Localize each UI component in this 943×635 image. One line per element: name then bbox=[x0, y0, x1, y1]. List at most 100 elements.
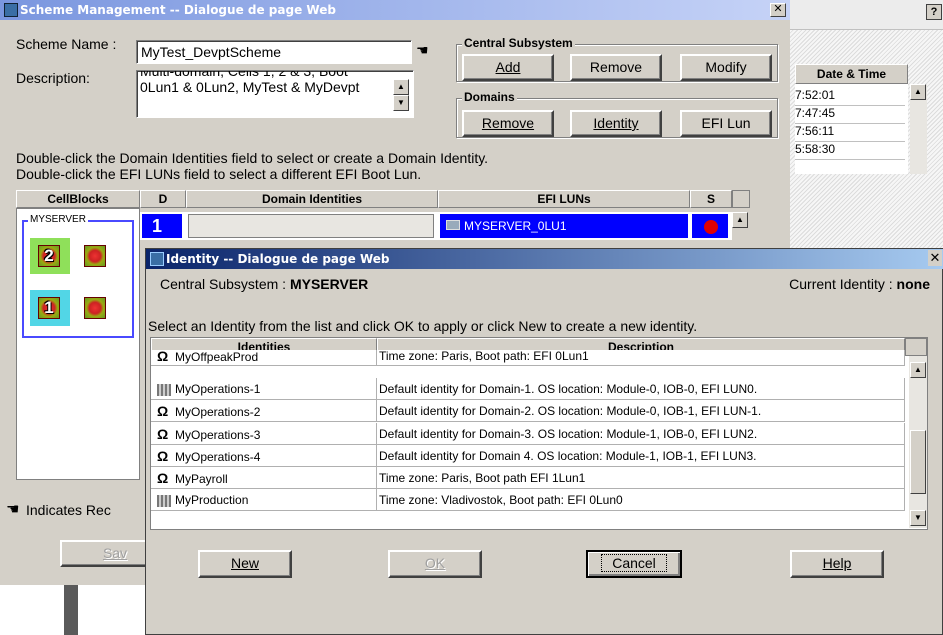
description-value: Multi-domain, Cells 1, 2 & 3, Boot 0Lun1… bbox=[140, 70, 360, 95]
legend-hand-icon: ☚ bbox=[6, 501, 20, 518]
scheme-name-value: MyTest_DevptScheme bbox=[141, 44, 282, 60]
description-scroll-down-icon[interactable]: ▼ bbox=[393, 95, 409, 111]
identities-scroll-down-icon[interactable]: ▼ bbox=[910, 510, 926, 526]
col-efi-luns: EFI LUNs bbox=[438, 190, 690, 208]
modify-label: Modify bbox=[705, 59, 747, 75]
time-cell: 7:52:01 bbox=[795, 88, 905, 106]
hp-ux-icon: Ω bbox=[157, 403, 169, 419]
identity-dialog-title: Identity -- Dialogue de page Web bbox=[166, 252, 390, 266]
central-subsystem-info-value: MYSERVER bbox=[289, 276, 369, 292]
hp-ux-icon: Ω bbox=[157, 448, 169, 464]
central-subsystem-info: Central Subsystem : MYSERVER bbox=[160, 276, 368, 292]
background-help-button[interactable]: ? bbox=[926, 4, 942, 20]
instruction-efi-luns: Double-click the EFI LUNs field to selec… bbox=[16, 166, 422, 182]
identity-name: MyOperations-1 bbox=[175, 382, 261, 396]
scheme-name-input[interactable]: MyTest_DevptScheme bbox=[136, 40, 412, 64]
identity-row-description[interactable]: Default identity for Domain 4. OS locati… bbox=[377, 445, 905, 467]
description-textarea[interactable]: Multi-domain, Cells 1, 2 & 3, Boot 0Lun1… bbox=[136, 70, 414, 118]
identity-row-name[interactable]: Ω MyOperations-3 bbox=[151, 423, 377, 445]
cpu-chip-icon[interactable] bbox=[84, 297, 106, 319]
domains-remove-label: Remove bbox=[481, 115, 535, 131]
add-label: Add bbox=[495, 59, 521, 75]
identity-name: MyOperations-3 bbox=[175, 428, 261, 442]
modify-button[interactable]: Modify bbox=[680, 54, 772, 81]
background-window-titlebar bbox=[790, 0, 943, 30]
time-cell: 5:58:30 bbox=[795, 142, 905, 160]
domain-scroll-up-icon[interactable]: ▲ bbox=[732, 212, 748, 228]
cell-number-1: 1 bbox=[44, 298, 54, 317]
efi-lun-cell[interactable]: MYSERVER_0LU1 bbox=[440, 214, 688, 238]
identity-label: Identity bbox=[593, 115, 639, 131]
ok-button[interactable]: OK bbox=[388, 550, 482, 578]
date-scroll-up-icon[interactable]: ▲ bbox=[910, 84, 926, 100]
identity-row-description[interactable]: Default identity for Domain-2. OS locati… bbox=[377, 400, 905, 422]
identity-row-name[interactable]: MyProduction bbox=[151, 489, 377, 511]
scheme-window-icon bbox=[4, 3, 18, 17]
central-subsystem-label: Central Subsystem bbox=[462, 36, 575, 50]
add-button[interactable]: Add bbox=[462, 54, 554, 81]
domain-identity-cell[interactable] bbox=[188, 214, 434, 238]
help-button[interactable]: Help bbox=[790, 550, 884, 578]
identity-row-name[interactable]: Ω MyOffpeakProd bbox=[151, 350, 377, 366]
identity-row-description[interactable]: Time zone: Paris, Boot path: EFI 0Lun1 bbox=[377, 350, 905, 366]
identity-row-description[interactable]: Default identity for Domain-1. OS locati… bbox=[377, 378, 905, 400]
central-subsystem-info-label: Central Subsystem : bbox=[160, 276, 287, 292]
scheme-window-titlebar: Scheme Management -- Dialogue de page We… bbox=[0, 0, 790, 20]
identity-name: MyPayroll bbox=[175, 472, 228, 486]
time-cell: 7:47:45 bbox=[795, 106, 905, 124]
identity-dialog-titlebar: Identity -- Dialogue de page Web bbox=[146, 249, 943, 269]
header-spacer bbox=[905, 338, 927, 356]
cancel-button[interactable]: Cancel bbox=[586, 550, 682, 578]
scheme-close-icon[interactable]: ✕ bbox=[770, 3, 786, 17]
domain-number-cell[interactable]: 1 bbox=[142, 214, 182, 238]
windows-icon bbox=[157, 494, 171, 507]
identities-scroll-up-icon[interactable]: ▲ bbox=[910, 362, 926, 378]
col-s: S bbox=[690, 190, 732, 208]
current-identity-info: Current Identity : none bbox=[740, 276, 930, 292]
ok-label: OK bbox=[424, 555, 446, 571]
identity-row-name[interactable]: MyOperations-1 bbox=[151, 378, 377, 400]
current-identity-label: Current Identity : bbox=[789, 276, 893, 292]
hp-ux-icon: Ω bbox=[157, 470, 169, 486]
desktop-pillar bbox=[64, 585, 78, 635]
new-label: New bbox=[230, 555, 259, 571]
server-name-label: MYSERVER bbox=[28, 214, 88, 225]
windows-icon bbox=[157, 383, 171, 396]
identity-row-description[interactable]: Time zone: Vladivostok, Boot path: EFI 0… bbox=[377, 489, 905, 511]
header-spacer bbox=[732, 190, 750, 208]
identity-row-description[interactable]: Default identity for Domain-3. OS locati… bbox=[377, 423, 905, 445]
domains-label: Domains bbox=[462, 90, 517, 104]
efi-lun-button[interactable]: EFI Lun bbox=[680, 110, 772, 137]
description-label: Description: bbox=[16, 70, 90, 86]
scheme-window-title: Scheme Management -- Dialogue de page We… bbox=[20, 3, 336, 17]
identity-instruction: Select an Identity from the list and cli… bbox=[148, 318, 698, 334]
new-button[interactable]: New bbox=[198, 550, 292, 578]
identity-name: MyOperations-2 bbox=[175, 405, 261, 419]
description-scroll-up-icon[interactable]: ▲ bbox=[393, 79, 409, 95]
identity-name: MyProduction bbox=[175, 493, 249, 507]
identity-close-icon[interactable]: ✕ bbox=[928, 250, 942, 266]
cell-number-2: 2 bbox=[44, 246, 54, 265]
save-label: Sav bbox=[102, 545, 128, 561]
identity-row-name[interactable]: Ω MyOperations-2 bbox=[151, 400, 377, 422]
time-cell: 7:56:11 bbox=[795, 124, 905, 142]
remove-subsystem-button[interactable]: Remove bbox=[570, 54, 662, 81]
current-identity-value: none bbox=[896, 276, 930, 292]
identity-row-description[interactable]: Time zone: Paris, Boot path EFI 1Lun1 bbox=[377, 467, 905, 489]
col-domain-identities: Domain Identities bbox=[186, 190, 438, 208]
instruction-domain-identities: Double-click the Domain Identities field… bbox=[16, 150, 489, 166]
identity-window-icon bbox=[150, 252, 164, 266]
cancel-label: Cancel bbox=[601, 554, 667, 572]
cpu-chip-icon[interactable] bbox=[84, 245, 106, 267]
identity-row-name[interactable]: Ω MyOperations-4 bbox=[151, 445, 377, 467]
remove-subsystem-label: Remove bbox=[589, 59, 643, 75]
disk-icon bbox=[446, 220, 460, 230]
domains-remove-button[interactable]: Remove bbox=[462, 110, 554, 137]
identities-scroll-thumb[interactable] bbox=[910, 430, 926, 494]
identity-button[interactable]: Identity bbox=[570, 110, 662, 137]
hand-icon: ☚ bbox=[416, 42, 429, 58]
identity-name: MyOperations-4 bbox=[175, 450, 261, 464]
hp-ux-icon: Ω bbox=[157, 426, 169, 442]
scheme-name-label: Scheme Name : bbox=[16, 36, 117, 52]
identity-row-name[interactable]: Ω MyPayroll bbox=[151, 467, 377, 489]
